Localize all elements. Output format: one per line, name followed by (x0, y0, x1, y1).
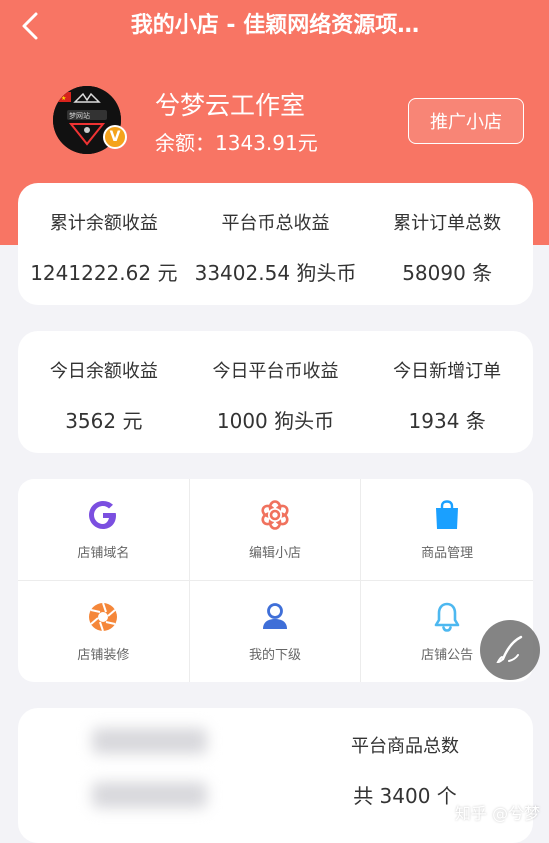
stat-today-coins: 今日平台币收益 1000 狗头币 (190, 331, 362, 453)
user-icon (258, 600, 292, 634)
menu-item-label: 我的下级 (248, 647, 301, 663)
menu-item-label: 店铺公告 (421, 647, 474, 663)
floating-assist-button[interactable] (480, 620, 540, 680)
balance-value: 1343.91元 (215, 131, 318, 155)
blurred-text (92, 782, 207, 808)
stat-value: 33402.54 狗头币 (194, 261, 357, 285)
svg-text:★: ★ (61, 95, 66, 102)
aperture-icon (86, 600, 120, 634)
menu-item-product-management[interactable]: 商品管理 (361, 479, 533, 581)
g-letter-icon (86, 498, 120, 532)
stat-total-coins: 平台币总收益 33402.54 狗头币 (190, 183, 362, 305)
stat-today-balance: 今日余额收益 3562 元 (18, 331, 190, 453)
balance-label: 余额： (155, 131, 215, 155)
menu-item-label: 商品管理 (421, 545, 474, 561)
back-button[interactable] (10, 6, 50, 46)
today-card: 今日余额收益 3562 元 今日平台币收益 1000 狗头币 今日新增订单 19… (18, 331, 533, 453)
feather-pen-icon (496, 635, 523, 664)
promote-shop-button[interactable]: 推广小店 (408, 98, 524, 144)
stat-today-orders: 今日新增订单 1934 条 (361, 331, 533, 453)
shopping-bag-icon (430, 498, 464, 532)
vip-badge: V (103, 125, 127, 149)
stat-label: 今日新增订单 (393, 361, 502, 382)
stat-label: 累计订单总数 (393, 213, 502, 234)
page-title: 我的小店 - 佳颖网络资源项… (130, 13, 420, 38)
stat-total-orders: 累计订单总数 58090 条 (361, 183, 533, 305)
stat-total-balance: 累计余额收益 1241222.62 元 (18, 183, 190, 305)
stat-value: 1241222.62 元 (30, 261, 178, 285)
flower-gear-icon (258, 498, 292, 532)
stat-value: 1934 条 (408, 409, 486, 433)
blurred-text (92, 728, 207, 754)
bell-icon (430, 600, 464, 634)
stat-value: 1000 狗头币 (216, 409, 335, 433)
totals-card: 累计余额收益 1241222.62 元 平台币总收益 33402.54 狗头币 … (18, 183, 533, 305)
watermark: 知乎 @兮梦 (455, 804, 541, 823)
shop-name: 兮梦云工作室 (155, 91, 306, 120)
menu-item-shop-decoration[interactable]: 店铺装修 (18, 580, 190, 682)
stat-value: 58090 条 (402, 261, 493, 285)
stat-label: 今日平台币收益 (212, 361, 339, 382)
platform-products-label: 平台商品总数 (351, 736, 459, 757)
stat-label: 平台币总收益 (221, 213, 330, 234)
menu-item-shop-domain[interactable]: 店铺域名 (18, 479, 190, 581)
balance-row: 余额：1343.91元 (155, 128, 318, 158)
menu-item-label: 店铺域名 (77, 545, 130, 561)
stat-value: 3562 元 (65, 409, 143, 433)
stat-label: 累计余额收益 (49, 213, 158, 234)
menu-item-label: 店铺装修 (77, 647, 130, 663)
menu-item-label: 编辑小店 (248, 545, 301, 561)
svg-text:梦网站: 梦网站 (69, 111, 90, 120)
stat-label: 今日余额收益 (49, 361, 158, 382)
menu-item-edit-shop[interactable]: 编辑小店 (189, 479, 362, 581)
chevron-left-icon (22, 12, 38, 40)
menu-item-my-subordinates[interactable]: 我的下级 (190, 580, 362, 682)
menu-grid: 店铺域名 编辑小店 商品管理 店铺装修 我的下级 店铺公告 (18, 479, 533, 682)
